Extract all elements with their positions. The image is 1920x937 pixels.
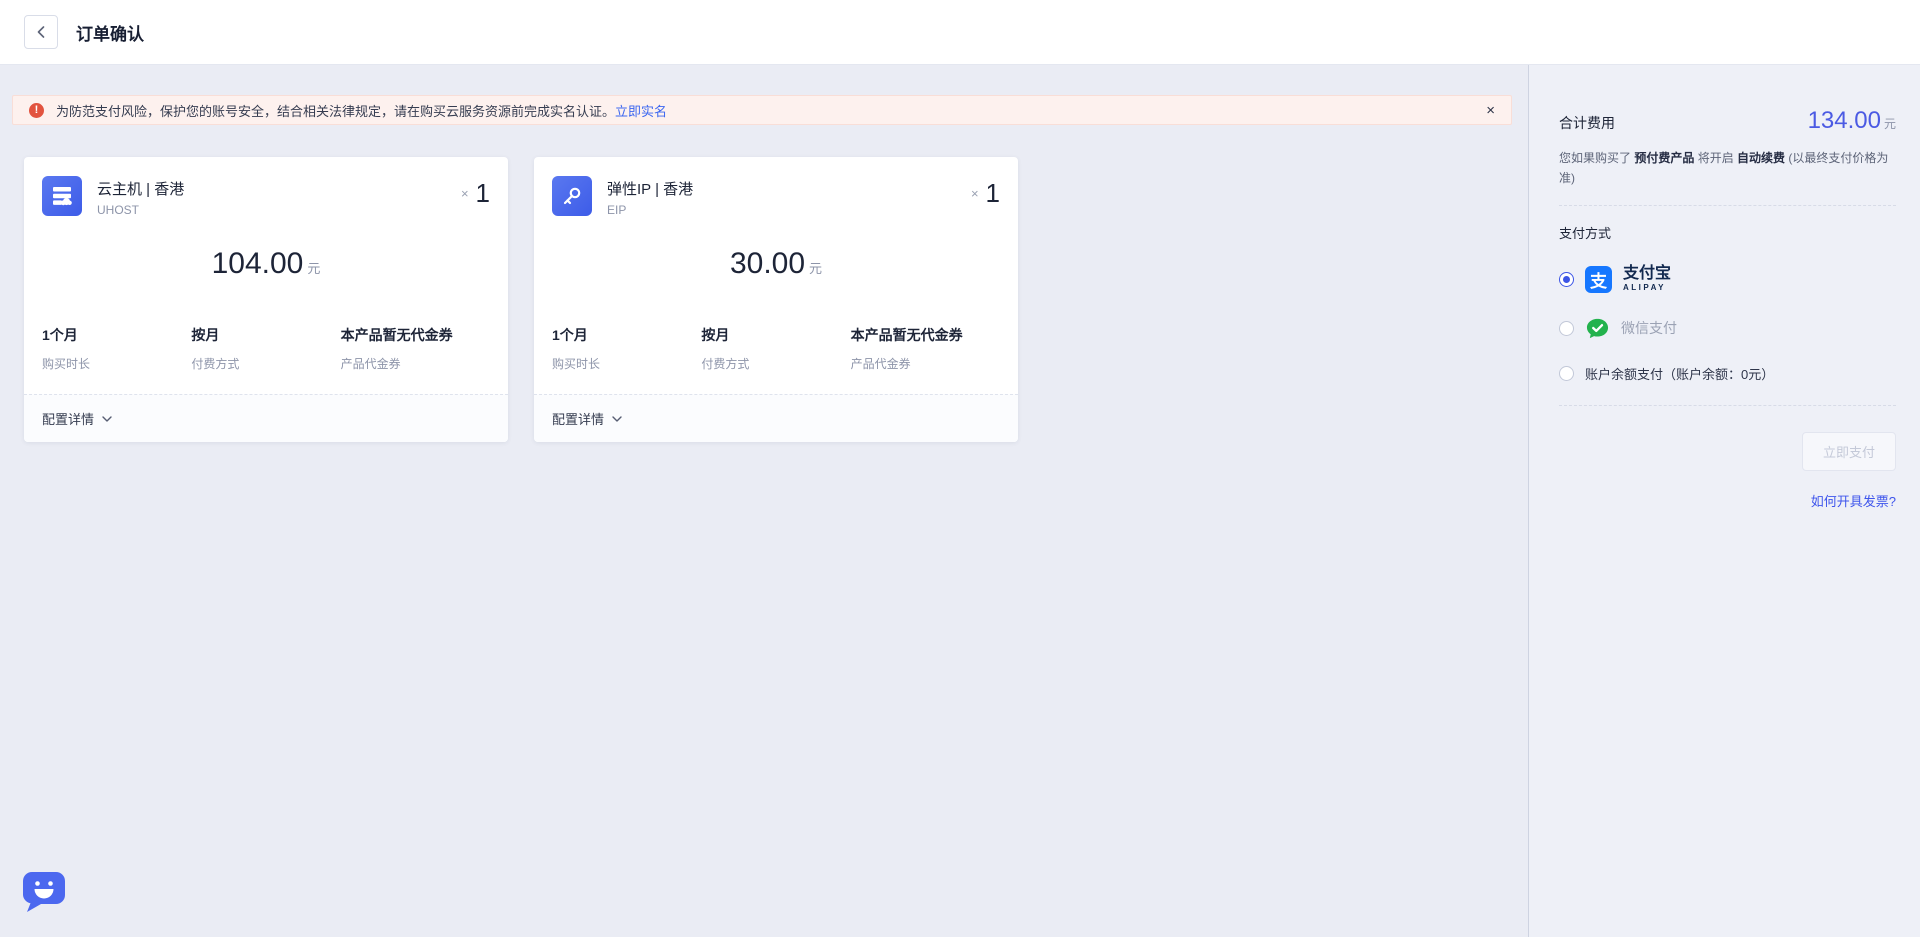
field-value: 本产品暂无代金券 bbox=[341, 325, 490, 345]
chat-widget-button[interactable] bbox=[20, 868, 68, 919]
total-value: 134.00 bbox=[1808, 107, 1881, 134]
alipay-icon: 支 bbox=[1585, 266, 1612, 293]
field-coupon: 本产品暂无代金券 产品代金券 bbox=[341, 325, 490, 372]
field-duration: 1个月 购买时长 bbox=[42, 325, 191, 372]
field-billing: 按月 付费方式 bbox=[191, 325, 340, 372]
alipay-name: 支付宝 bbox=[1623, 266, 1671, 282]
field-value: 按月 bbox=[191, 325, 340, 345]
payment-method-label: 支付方式 bbox=[1559, 223, 1896, 242]
times-icon: × bbox=[971, 186, 979, 201]
config-details-toggle[interactable]: 配置详情 bbox=[24, 394, 508, 442]
main-area: ! 为防范支付风险，保护您的账号安全，结合相关法律规定，请在购买云服务资源前完成… bbox=[0, 65, 1528, 937]
quantity-value: 1 bbox=[986, 178, 1000, 209]
renewal-note: 您如果购买了 预付费产品 将开启 自动续费 (以最终支付价格为准) bbox=[1559, 149, 1896, 189]
wechat-name: 微信支付 bbox=[1621, 318, 1677, 338]
config-details-label: 配置详情 bbox=[552, 409, 604, 428]
field-label: 购买时长 bbox=[552, 355, 701, 372]
field-value: 按月 bbox=[701, 325, 850, 345]
field-value: 1个月 bbox=[42, 325, 191, 345]
summary-panel: 合计费用 134.00元 您如果购买了 预付费产品 将开启 自动续费 (以最终支… bbox=[1528, 65, 1920, 937]
field-label: 产品代金券 bbox=[341, 355, 490, 372]
config-details-toggle[interactable]: 配置详情 bbox=[534, 394, 1018, 442]
product-title: 弹性IP | 香港 bbox=[607, 178, 693, 199]
alipay-subtitle: ALIPAY bbox=[1623, 284, 1671, 292]
field-value: 1个月 bbox=[552, 325, 701, 345]
price-value: 104.00 bbox=[212, 247, 304, 280]
pay-now-button[interactable]: 立即支付 bbox=[1802, 432, 1896, 471]
product-subtitle: EIP bbox=[607, 203, 693, 217]
divider bbox=[1559, 205, 1896, 206]
field-label: 产品代金券 bbox=[851, 355, 1000, 372]
product-subtitle: UHOST bbox=[97, 203, 184, 217]
close-icon[interactable]: × bbox=[1486, 103, 1495, 118]
divider bbox=[1559, 405, 1896, 406]
back-button[interactable] bbox=[24, 15, 58, 49]
warning-icon: ! bbox=[29, 103, 44, 118]
price-unit: 元 bbox=[809, 261, 822, 276]
field-label: 购买时长 bbox=[42, 355, 191, 372]
order-card-list: 云主机 | 香港 UHOST × 1 104.00元 1个月 bbox=[24, 157, 1512, 442]
page-title: 订单确认 bbox=[76, 20, 144, 45]
quantity: × 1 bbox=[461, 176, 490, 209]
price-unit: 元 bbox=[307, 261, 320, 276]
price-value: 30.00 bbox=[730, 247, 805, 280]
chevron-down-icon bbox=[612, 416, 622, 422]
field-duration: 1个月 购买时长 bbox=[552, 325, 701, 372]
payment-method-wechat[interactable]: 微信支付 bbox=[1559, 317, 1896, 340]
field-coupon: 本产品暂无代金券 产品代金券 bbox=[851, 325, 1000, 372]
balance-name: 账户余额支付（账户余额：0元） bbox=[1585, 364, 1774, 383]
product-title: 云主机 | 香港 bbox=[97, 178, 184, 199]
times-icon: × bbox=[461, 186, 469, 201]
radio-alipay[interactable] bbox=[1559, 272, 1574, 287]
quantity: × 1 bbox=[971, 176, 1000, 209]
eip-icon bbox=[552, 176, 592, 216]
verify-now-link[interactable]: 立即实名 bbox=[615, 101, 667, 120]
field-value: 本产品暂无代金券 bbox=[851, 325, 1000, 345]
radio-balance[interactable] bbox=[1559, 366, 1574, 381]
chat-smiley-icon bbox=[20, 868, 68, 914]
invoice-help-link[interactable]: 如何开具发票? bbox=[1811, 494, 1896, 509]
order-card: 弹性IP | 香港 EIP × 1 30.00 元 1个月 bbox=[534, 157, 1018, 442]
config-details-label: 配置详情 bbox=[42, 409, 94, 428]
quantity-value: 1 bbox=[476, 178, 490, 209]
chevron-down-icon bbox=[102, 416, 112, 422]
payment-method-alipay[interactable]: 支 支付宝 ALIPAY bbox=[1559, 266, 1896, 293]
alert-message: 为防范支付风险，保护您的账号安全，结合相关法律规定，请在购买云服务资源前完成实名… bbox=[56, 101, 615, 120]
uhost-icon bbox=[42, 176, 82, 216]
field-label: 付费方式 bbox=[191, 355, 340, 372]
field-billing: 按月 付费方式 bbox=[701, 325, 850, 372]
wechat-icon bbox=[1585, 317, 1610, 340]
field-label: 付费方式 bbox=[701, 355, 850, 372]
alert-banner: ! 为防范支付风险，保护您的账号安全，结合相关法律规定，请在购买云服务资源前完成… bbox=[12, 95, 1512, 125]
top-bar: 订单确认 bbox=[0, 0, 1920, 65]
order-card: 云主机 | 香港 UHOST × 1 104.00元 1个月 bbox=[24, 157, 508, 442]
total-label: 合计费用 bbox=[1559, 113, 1615, 133]
payment-method-balance[interactable]: 账户余额支付（账户余额：0元） bbox=[1559, 364, 1896, 383]
radio-wechat[interactable] bbox=[1559, 321, 1574, 336]
chevron-left-icon bbox=[37, 26, 45, 38]
total-unit: 元 bbox=[1884, 117, 1896, 131]
